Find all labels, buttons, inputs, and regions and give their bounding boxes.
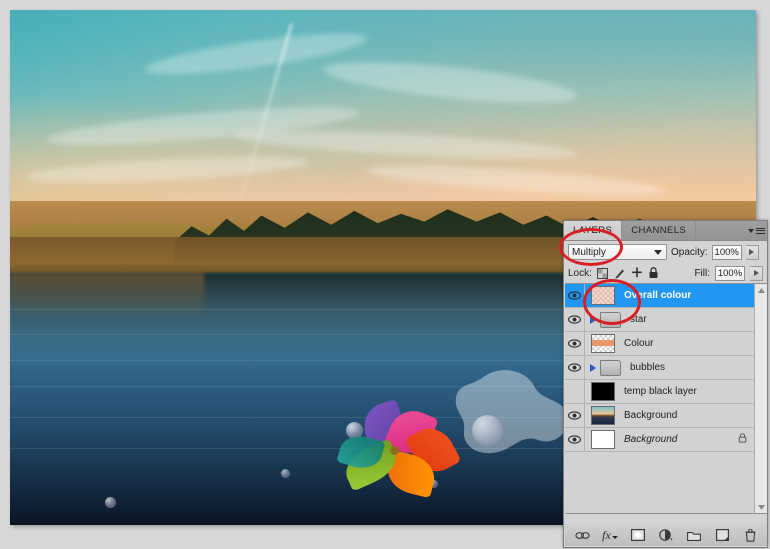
bubble: [105, 497, 116, 508]
layer-rows: Overall colour star Colour bubbles temp …: [565, 284, 754, 452]
lock-image-pixels-icon[interactable]: [614, 267, 626, 279]
scroll-down-icon[interactable]: [755, 501, 767, 513]
layer-thumbnail-background-photo[interactable]: [591, 406, 615, 425]
link-layers-icon[interactable]: [574, 528, 590, 543]
adjustment-layer-icon[interactable]: [659, 528, 674, 543]
layer-row-background-photo[interactable]: Background: [565, 404, 754, 428]
new-layer-icon[interactable]: [715, 528, 730, 543]
layer-list[interactable]: Overall colour star Colour bubbles temp …: [565, 283, 767, 514]
eye-icon: [568, 291, 581, 300]
layer-visibility-toggle[interactable]: [565, 428, 585, 451]
layer-name: star: [630, 314, 647, 325]
layer-thumbnail-temp-black-layer[interactable]: [591, 382, 615, 401]
folder-icon[interactable]: [600, 359, 621, 376]
add-layer-mask-icon[interactable]: [631, 528, 646, 543]
layer-name: Colour: [624, 338, 654, 349]
fill-label: Fill:: [694, 267, 710, 279]
new-group-icon[interactable]: [687, 528, 702, 543]
layer-visibility-toggle[interactable]: [565, 356, 585, 379]
tab-channels-label: CHANNELS: [631, 225, 687, 236]
group-expand-triangle-icon[interactable]: [590, 363, 596, 372]
eye-icon: [568, 315, 581, 324]
bubble: [472, 415, 503, 446]
chevron-right-icon: [753, 270, 759, 276]
layers-panel[interactable]: LAYERS CHANNELS Multiply Opacity: 100% L…: [563, 220, 768, 548]
layer-visibility-toggle[interactable]: [565, 380, 585, 403]
layer-thumbnail-background-white[interactable]: [591, 430, 615, 449]
opacity-label: Opacity:: [671, 246, 708, 258]
layer-style-fx-icon[interactable]: fx: [602, 528, 618, 543]
layer-name: temp black layer: [624, 386, 697, 397]
blend-mode-value: Multiply: [572, 246, 606, 258]
layer-row-background-white[interactable]: Background: [565, 428, 754, 452]
chevron-down-icon: [654, 250, 662, 255]
scroll-up-icon[interactable]: [755, 284, 767, 296]
eye-icon: [568, 435, 581, 444]
bubble: [281, 469, 290, 478]
layer-name: Overall colour: [624, 290, 692, 301]
lock-transparent-pixels-icon[interactable]: [597, 267, 609, 279]
opacity-input[interactable]: 100%: [711, 244, 742, 260]
chevron-right-icon: [749, 249, 755, 255]
layer-visibility-toggle[interactable]: [565, 308, 585, 331]
fill-value: 100%: [717, 267, 743, 279]
layer-visibility-toggle[interactable]: [565, 284, 585, 307]
tab-layers-label: LAYERS: [573, 225, 613, 236]
blend-mode-select[interactable]: Multiply: [568, 244, 667, 260]
fill-input[interactable]: 100%: [715, 265, 745, 281]
eye-icon: [568, 411, 581, 420]
field-reflection: [10, 272, 204, 319]
layer-locked-icon: [738, 433, 747, 446]
pinwheel-hub: [390, 446, 399, 455]
lock-row: Lock: Fill: 100%: [564, 263, 767, 283]
layer-visibility-toggle[interactable]: [565, 404, 585, 427]
layer-row-overall-colour[interactable]: Overall colour: [565, 284, 754, 308]
layer-thumbnail-overall-colour[interactable]: [591, 286, 615, 305]
panel-tab-bar: LAYERS CHANNELS: [564, 221, 767, 241]
layer-visibility-toggle[interactable]: [565, 332, 585, 355]
layer-row-colour[interactable]: Colour: [565, 332, 754, 356]
lock-all-icon[interactable]: [648, 267, 660, 279]
layer-thumbnail-colour[interactable]: [591, 334, 615, 353]
layer-row-star[interactable]: star: [565, 308, 754, 332]
tab-channels[interactable]: CHANNELS: [622, 221, 697, 240]
group-expand-triangle-icon[interactable]: [590, 315, 596, 324]
opacity-value: 100%: [714, 246, 739, 258]
eye-icon-hidden: [568, 387, 581, 396]
eye-icon: [568, 363, 581, 372]
blend-mode-row: Multiply Opacity: 100%: [564, 241, 767, 263]
tab-layers[interactable]: LAYERS: [564, 221, 623, 240]
opacity-slider-button[interactable]: [745, 244, 759, 260]
layer-row-bubbles[interactable]: bubbles: [565, 356, 754, 380]
panel-bottom-toolbar: fx: [565, 524, 767, 546]
fill-slider-button[interactable]: [750, 265, 763, 281]
layer-row-temp-black-layer[interactable]: temp black layer: [565, 380, 754, 404]
folder-icon[interactable]: [600, 311, 621, 328]
paper-pinwheel: [336, 398, 475, 512]
eye-icon: [568, 339, 581, 348]
panel-menu-icon[interactable]: [745, 221, 767, 240]
layer-list-scrollbar[interactable]: [754, 284, 767, 513]
layer-name: Background: [624, 434, 678, 445]
lock-position-icon[interactable]: [631, 267, 643, 279]
delete-layer-icon[interactable]: [743, 528, 758, 543]
lock-label: Lock:: [568, 267, 592, 279]
layer-name: bubbles: [630, 362, 666, 373]
layer-name: Background: [624, 410, 678, 421]
tab-bar-filler: [696, 221, 745, 240]
